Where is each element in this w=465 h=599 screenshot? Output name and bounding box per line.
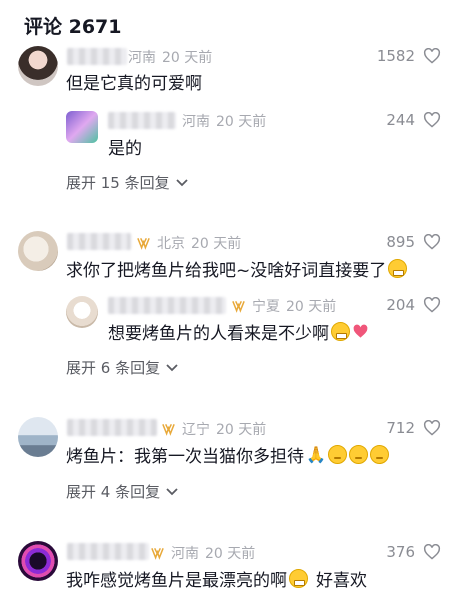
location: 河南 [182, 114, 210, 130]
like-button[interactable]: 712 [386, 419, 441, 437]
like-count: 244 [386, 111, 415, 129]
expand-replies-button[interactable]: 展开 15 条回复 [66, 172, 188, 193]
thinking-emoji-icon [369, 445, 389, 464]
like-count: 204 [386, 296, 415, 314]
timestamp: 20 天前 [286, 299, 337, 315]
chevron-down-icon [166, 363, 178, 371]
timestamp: 20 天前 [205, 546, 256, 562]
comment-text: 烤鱼片：我第一次当猫你多担待 🙏 [66, 442, 389, 467]
timestamp: 20 天前 [162, 50, 213, 66]
grinning-emoji-icon [289, 569, 308, 588]
grinning-emoji-icon [331, 322, 350, 341]
comment-text: 求你了把烤鱼片给我吧~没啥好词直接要了 [66, 256, 408, 281]
reply-avatar[interactable] [66, 111, 98, 143]
heart-outline-icon [423, 112, 441, 128]
comment-meta: 河南 20 天前 [150, 543, 255, 563]
comments-header: 评论 2671 [24, 16, 122, 38]
location: 宁夏 [252, 299, 280, 315]
expand-replies-button[interactable]: 展开 4 条回复 [66, 481, 178, 502]
comment-meta: 河南 20 天前 [128, 47, 212, 67]
reply-username-blurred[interactable] [108, 112, 176, 129]
heart-outline-icon [423, 297, 441, 313]
location: 河南 [171, 546, 199, 562]
comment-meta: 北京 20 天前 [136, 233, 241, 253]
gold-wings-badge-icon [162, 423, 175, 436]
timestamp: 20 天前 [216, 114, 267, 130]
like-button[interactable]: 895 [386, 233, 441, 251]
heart-outline-icon [423, 420, 441, 436]
comment-text: 我咋感觉烤鱼片是最漂亮的啊 好喜欢 [66, 569, 367, 591]
reply-text: 是的 [108, 139, 142, 159]
avatar[interactable] [18, 541, 58, 581]
comment-text: 但是它真的可爱啊 [66, 74, 202, 94]
reply-meta: 河南 20 天前 [182, 111, 266, 131]
like-count: 376 [386, 543, 415, 561]
avatar[interactable] [18, 417, 58, 457]
timestamp: 20 天前 [191, 236, 242, 252]
heart-outline-icon [423, 48, 441, 64]
username-blurred[interactable] [67, 419, 157, 436]
thinking-emoji-icon [327, 445, 347, 464]
avatar[interactable] [18, 231, 58, 271]
chevron-down-icon [175, 178, 188, 186]
like-button[interactable]: 1582 [377, 47, 441, 65]
heart-outline-icon [423, 544, 441, 560]
location: 河南 [128, 50, 156, 66]
thinking-emoji-icon [348, 445, 368, 464]
reply-like-button[interactable]: 244 [386, 111, 441, 129]
reply-username-blurred[interactable] [108, 297, 226, 314]
location: 北京 [157, 236, 185, 252]
reply-meta: 宁夏 20 天前 [231, 296, 336, 316]
reply-text: 想要烤鱼片的人看来是不少啊 [108, 319, 369, 344]
chevron-down-icon [166, 487, 178, 495]
gold-wings-badge-icon [232, 300, 245, 313]
username-blurred[interactable] [67, 233, 131, 250]
heart-outline-icon [423, 234, 441, 250]
expand-replies-button[interactable]: 展开 6 条回复 [66, 357, 178, 378]
comment-meta: 辽宁 20 天前 [161, 419, 266, 439]
gold-wings-badge-icon [137, 237, 150, 250]
crying-laughing-emoji-icon [388, 259, 408, 278]
praying-hands-emoji-icon: 🙏 [306, 445, 326, 464]
pink-heart-emoji-icon [353, 324, 368, 338]
avatar[interactable] [18, 46, 58, 86]
reply-like-button[interactable]: 204 [386, 296, 441, 314]
like-count: 712 [386, 419, 415, 437]
timestamp: 20 天前 [216, 422, 267, 438]
like-count: 895 [386, 233, 415, 251]
gold-wings-badge-icon [151, 547, 164, 560]
username-blurred[interactable] [67, 543, 149, 560]
reply-avatar[interactable] [66, 296, 98, 328]
username-blurred[interactable] [67, 48, 127, 65]
location: 辽宁 [182, 422, 210, 438]
like-button[interactable]: 376 [386, 543, 441, 561]
like-count: 1582 [376, 47, 415, 65]
